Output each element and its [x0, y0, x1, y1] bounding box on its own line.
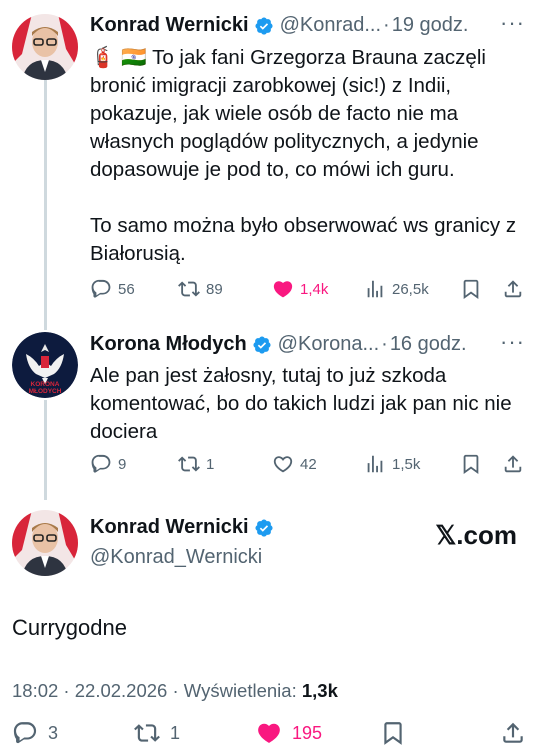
reply-count: 56 — [118, 280, 135, 298]
reply-button[interactable]: 56 — [90, 278, 135, 300]
reply-icon — [91, 454, 111, 473]
display-name[interactable]: Konrad Wernicki — [90, 516, 249, 539]
svg-text:MŁODYCH: MŁODYCH — [29, 388, 62, 395]
display-name[interactable]: Konrad Wernicki — [90, 14, 249, 37]
avatar[interactable] — [12, 510, 78, 576]
handle[interactable]: @Konrad_Wernicki — [90, 546, 262, 569]
tweet-text: Currygodne — [12, 615, 127, 640]
handle[interactable]: @Korona... — [278, 333, 379, 356]
reply-count: 3 — [48, 722, 59, 743]
like-icon — [258, 723, 280, 743]
tweet-paragraph: Ale pan jest żałosny, tutaj to już szkod… — [90, 364, 512, 443]
like-count: 42 — [300, 455, 317, 473]
reply-icon — [13, 722, 37, 744]
like-count: 195 — [292, 722, 323, 743]
tweet-text: Ale pan jest żałosny, tutaj to już szkod… — [90, 362, 525, 446]
display-name[interactable]: Korona Młodych — [90, 333, 247, 356]
separator: · — [383, 14, 390, 36]
thread-line — [44, 400, 47, 500]
retweet-button[interactable]: 1 — [178, 453, 214, 475]
like-button[interactable]: 195 — [256, 720, 322, 746]
tweet-paragraph-2: To samo można było obserwować ws granicy… — [90, 214, 517, 265]
share-icon — [503, 722, 523, 743]
tweet-actions: 56 89 1,4k 26,5k — [90, 278, 525, 304]
verified-icon — [253, 335, 271, 354]
thread-line — [44, 80, 47, 330]
share-icon — [504, 455, 522, 473]
avatar[interactable] — [12, 14, 78, 80]
retweet-icon — [134, 724, 160, 742]
reply-icon — [91, 279, 111, 298]
like-count: 1,4k — [300, 280, 329, 298]
like-icon — [273, 456, 293, 473]
tweet-header: Konrad Wernicki @Konrad... · 19 godz. — [90, 14, 468, 37]
tweet-actions: 9 1 42 1,5k — [90, 453, 525, 479]
share-button[interactable] — [502, 453, 524, 475]
retweet-button[interactable]: 89 — [178, 278, 223, 300]
emoji-flags: 🧯 🇮🇳 — [90, 46, 147, 69]
timestamp[interactable]: 18:02 · 22.02.2026 · — [12, 680, 184, 701]
more-icon[interactable]: ··· — [500, 329, 525, 355]
x-logo: 𝕏.com — [435, 520, 517, 550]
timestamp[interactable]: 19 godz. — [392, 14, 469, 37]
reply-button[interactable]: 3 — [12, 720, 58, 746]
avatar[interactable]: KORONA MŁODYCH — [12, 332, 78, 398]
tweet-meta: 18:02 · 22.02.2026 · Wyświetlenia: 1,3k — [12, 680, 338, 702]
bookmark-icon — [463, 454, 479, 475]
views-icon — [367, 455, 383, 473]
verified-icon — [255, 16, 273, 35]
bookmark-button[interactable] — [460, 453, 482, 475]
tweet-header: Korona Młodych @Korona... · 16 godz. — [90, 333, 467, 356]
retweet-count: 89 — [206, 280, 223, 298]
svg-text:KORONA: KORONA — [31, 381, 60, 388]
verified-icon — [255, 518, 273, 537]
retweet-icon — [178, 281, 200, 297]
share-button[interactable] — [502, 278, 524, 300]
views-button[interactable]: 1,5k — [364, 453, 420, 475]
tweet-text: 🧯 🇮🇳 To jak fani Grzegorza Brauna zaczęl… — [90, 44, 525, 268]
reply-count: 9 — [118, 455, 127, 473]
like-button[interactable]: 1,4k — [272, 278, 328, 300]
reply-button[interactable]: 9 — [90, 453, 126, 475]
share-button[interactable] — [500, 720, 526, 746]
views-count: 26,5k — [392, 280, 429, 298]
like-icon — [273, 281, 293, 298]
bookmark-button[interactable] — [460, 278, 482, 300]
like-button[interactable]: 42 — [272, 453, 317, 475]
more-icon[interactable]: ··· — [500, 10, 525, 36]
retweet-count: 1 — [170, 722, 181, 743]
bookmark-icon — [384, 722, 402, 745]
views-label: Wyświetlenia: — [183, 680, 302, 701]
views-count: 1,3k — [301, 680, 338, 701]
bookmark-button[interactable] — [380, 720, 406, 746]
views-icon — [367, 280, 383, 298]
retweet-button[interactable]: 1 — [134, 720, 180, 746]
separator: · — [381, 333, 388, 355]
views-button[interactable]: 26,5k — [364, 278, 429, 300]
timestamp[interactable]: 16 godz. — [390, 333, 467, 356]
views-count: 1,5k — [392, 455, 421, 473]
handle[interactable]: @Konrad... — [280, 14, 381, 37]
retweet-count: 1 — [206, 455, 215, 473]
main-tweet-header: Konrad Wernicki — [90, 516, 274, 539]
retweet-icon — [178, 456, 200, 472]
tweet-actions: 3 1 195 — [12, 722, 525, 750]
share-icon — [504, 280, 522, 298]
bookmark-icon — [463, 279, 479, 300]
tweet-paragraph-1: To jak fani Grzegorza Brauna zaczęli bro… — [90, 46, 486, 181]
